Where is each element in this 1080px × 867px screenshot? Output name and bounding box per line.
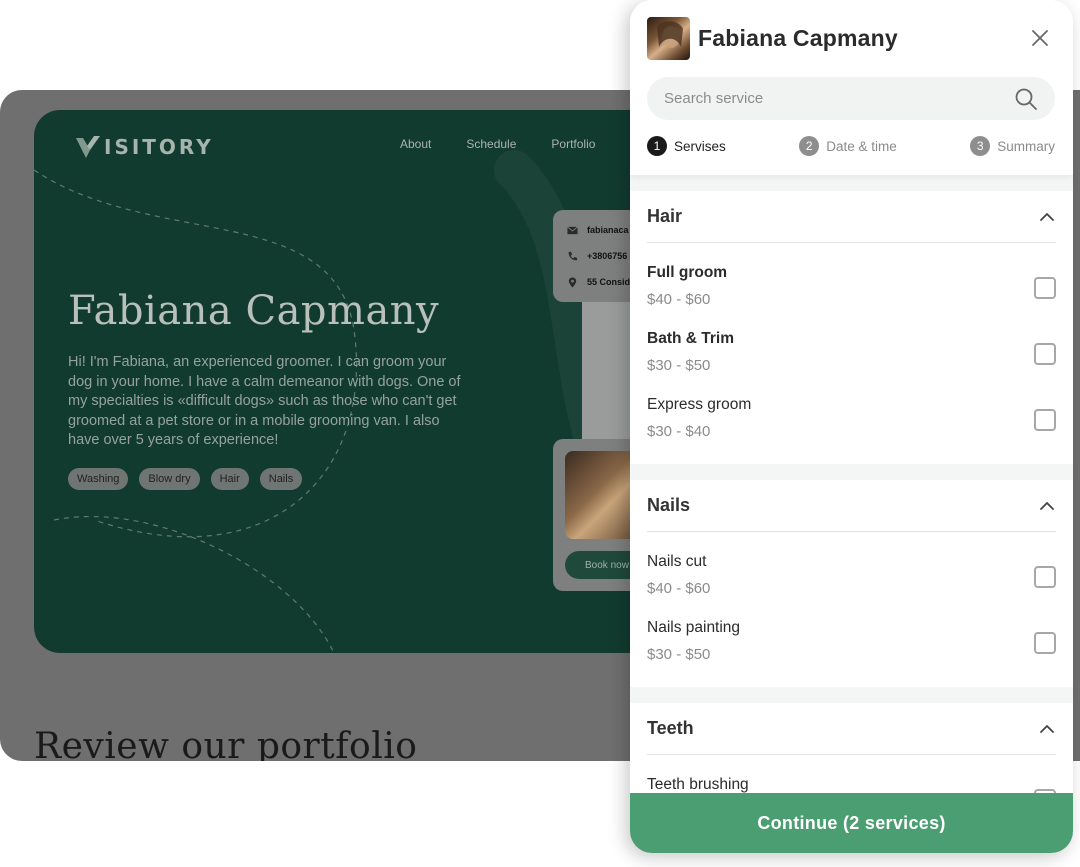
service-price: $30 - $50	[647, 646, 711, 663]
section-nails-header[interactable]: Nails	[647, 480, 1056, 532]
section-nails: Nails Nails cut $40 - $60 Nails painting…	[630, 480, 1073, 687]
section-title: Nails	[647, 495, 691, 515]
contact-email: fabianaca	[587, 225, 629, 235]
step-services[interactable]: 1 Servises	[647, 136, 726, 156]
service-item-bath-trim: Bath & Trim $30 - $50	[647, 322, 1056, 388]
panel-groomer-name: Fabiana Capmany	[698, 25, 898, 51]
service-item-teeth-brushing: Teeth brushing	[647, 768, 1056, 795]
service-item-nails-cut: Nails cut $40 - $60	[647, 545, 1056, 611]
chevron-up-icon	[1040, 724, 1054, 733]
section-teeth: Teeth Teeth brushing	[630, 703, 1073, 795]
step-label: Summary	[997, 138, 1055, 154]
service-name: Nails painting	[647, 619, 741, 636]
portfolio-heading: Review our portfolio	[34, 726, 418, 761]
step-label: Date & time	[826, 138, 897, 154]
site-logo[interactable]: ISITORY	[74, 134, 214, 160]
step-summary[interactable]: 3 Summary	[970, 136, 1055, 156]
service-checkbox[interactable]	[1034, 632, 1056, 654]
location-pin-icon	[568, 276, 577, 288]
chevron-up-icon	[1040, 212, 1054, 221]
close-icon[interactable]	[1030, 28, 1050, 48]
hero-title: Fabiana Capmany	[68, 288, 440, 334]
step-number: 3	[970, 136, 991, 156]
service-item-nails-painting: Nails painting $30 - $50	[647, 611, 1056, 677]
service-name: Bath & Trim	[647, 330, 734, 347]
tag-hair[interactable]: Hair	[210, 468, 249, 490]
service-price: $30 - $40	[647, 423, 711, 440]
tag-nails[interactable]: Nails	[259, 468, 303, 490]
hero-bio: Hi! I'm Fabiana, an experienced groomer.…	[68, 354, 461, 448]
section-title: Teeth	[647, 718, 694, 738]
booking-steps: 1 Servises 2 Date & time 3 Summary	[647, 136, 1055, 156]
tag-blow-dry[interactable]: Blow dry	[139, 468, 200, 490]
contact-phone: +3806756	[587, 251, 628, 261]
logo-text: ISITORY	[104, 135, 214, 159]
service-item-express-groom: Express groom $30 - $40	[647, 388, 1056, 454]
service-name: Teeth brushing	[647, 776, 749, 793]
service-checkbox[interactable]	[1034, 277, 1056, 299]
section-hair-header[interactable]: Hair	[647, 191, 1056, 243]
booking-panel: Fabiana Capmany 1 Servises 2 Date & time…	[630, 0, 1073, 853]
nav-portfolio[interactable]: Portfolio	[551, 137, 595, 151]
logo-v-icon	[76, 136, 100, 158]
section-title: Hair	[647, 206, 683, 226]
step-date-time[interactable]: 2 Date & time	[799, 136, 897, 156]
search-input[interactable]	[647, 77, 1055, 120]
contact-address: 55 Consid	[587, 277, 631, 287]
service-price: $30 - $50	[647, 357, 711, 374]
panel-header: Fabiana Capmany 1 Servises 2 Date & time…	[630, 0, 1073, 175]
search-icon[interactable]	[1014, 87, 1038, 111]
service-item-full-groom: Full groom $40 - $60	[647, 256, 1056, 322]
service-name: Full groom	[647, 264, 728, 281]
services-list: Hair Full groom $40 - $60 Bath & Trim $3…	[630, 175, 1073, 795]
service-price: $40 - $60	[647, 291, 711, 308]
mail-icon	[567, 225, 578, 234]
section-hair: Hair Full groom $40 - $60 Bath & Trim $3…	[630, 191, 1073, 464]
tag-washing[interactable]: Washing	[68, 468, 129, 490]
section-teeth-header[interactable]: Teeth	[647, 703, 1056, 755]
chevron-up-icon	[1040, 501, 1054, 510]
step-number: 1	[647, 136, 667, 156]
nav-about[interactable]: About	[400, 137, 431, 151]
nav-schedule[interactable]: Schedule	[466, 137, 516, 151]
service-name: Nails cut	[647, 553, 707, 570]
step-number: 2	[799, 136, 820, 156]
avatar	[647, 17, 690, 60]
continue-button[interactable]: Continue (2 services)	[630, 793, 1073, 853]
service-name: Express groom	[647, 396, 752, 413]
service-tags: Washing Blow dry Hair Nails	[68, 468, 303, 490]
site-nav: About Schedule Portfolio	[400, 137, 595, 151]
phone-icon	[568, 251, 578, 260]
service-checkbox[interactable]	[1034, 566, 1056, 588]
service-price: $40 - $60	[647, 580, 711, 597]
avatar-portrait-icon	[657, 21, 683, 48]
step-label: Servises	[674, 138, 726, 154]
service-checkbox[interactable]	[1034, 409, 1056, 431]
service-checkbox[interactable]	[1034, 343, 1056, 365]
